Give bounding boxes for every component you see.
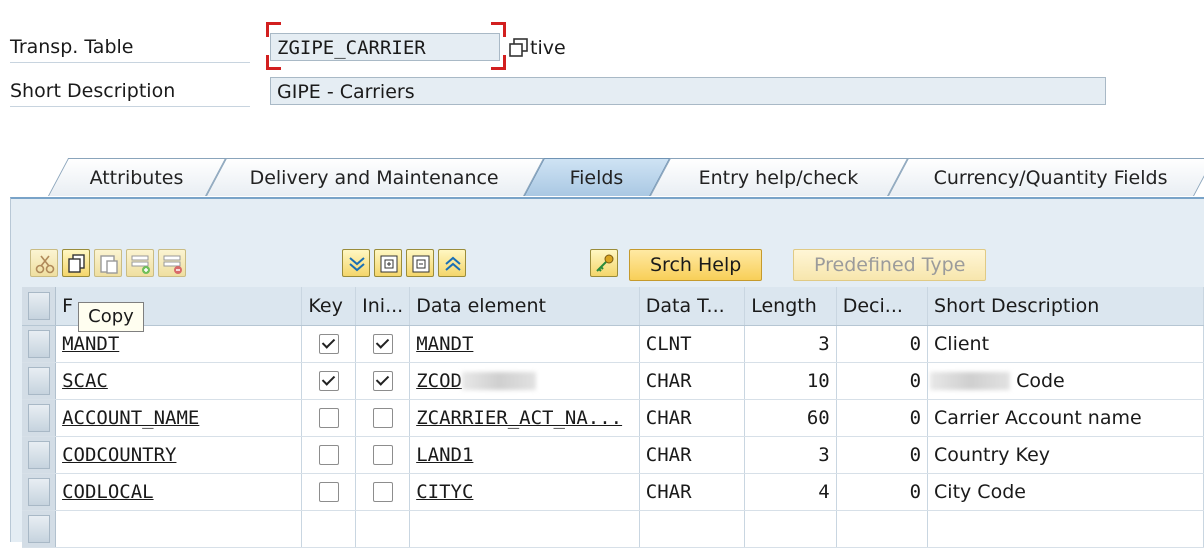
tab-attributes[interactable]: Attributes (48, 158, 227, 196)
ini-checkbox[interactable] (372, 371, 393, 391)
tab-currency-quantity-fields[interactable]: Currency/Quantity Fields (888, 158, 1204, 196)
tab-entry-help-check[interactable]: Entry help/check (650, 158, 909, 196)
ini-checkbox-cell[interactable] (355, 325, 411, 363)
key-checkbox-cell[interactable] (301, 473, 357, 511)
field-name-cell[interactable]: CODCOUNTRY (55, 436, 303, 474)
select-all-cell[interactable] (22, 287, 57, 326)
col-header-data-element[interactable]: Data element (409, 287, 640, 326)
short-description-cell: Country Key (927, 436, 1204, 474)
key-checkbox[interactable] (318, 371, 339, 391)
transp-table-label: Transp. Table (10, 32, 250, 63)
row-selector[interactable] (22, 325, 57, 363)
status-text: tive (530, 37, 566, 59)
ini-checkbox-cell[interactable] (355, 436, 411, 474)
collapse-all-icon[interactable] (438, 249, 466, 277)
table-row: SCAC ZCOD CHAR 10 0 Code (22, 362, 1204, 400)
data-element-cell[interactable]: ZCOD (409, 362, 640, 400)
data-type-cell: CHAR (639, 399, 746, 437)
length-cell: 4 (744, 473, 837, 511)
tab-delivery-and-maintenance[interactable]: Delivery and Maintenance (206, 158, 545, 196)
row-selector[interactable] (22, 362, 57, 400)
key-checkbox[interactable] (318, 408, 339, 428)
cut-icon[interactable] (30, 249, 58, 277)
data-element-cell[interactable]: LAND1 (409, 436, 640, 474)
table-header-row: F Key Ini... Data element Data T... Leng… (22, 287, 1204, 326)
col-header-length[interactable]: Length (744, 287, 837, 326)
ini-checkbox[interactable] (372, 482, 393, 502)
expand-all-icon[interactable] (342, 249, 370, 277)
delete-row-icon[interactable] (158, 249, 186, 277)
tab-fields[interactable]: Fields (524, 158, 671, 196)
table-row: CODCOUNTRY LAND1 CHAR 3 0 Country Key (22, 436, 1204, 474)
data-type-cell: CHAR (639, 436, 746, 474)
length-cell: 3 (744, 436, 837, 474)
deci-cell: 0 (836, 325, 929, 363)
copy-icon[interactable] (62, 249, 90, 277)
row-selector[interactable] (22, 510, 57, 548)
col-header-data-type[interactable]: Data T... (639, 287, 746, 326)
predefined-type-button[interactable]: Predefined Type (793, 249, 987, 281)
key-icon[interactable] (590, 249, 618, 277)
col-header-key[interactable]: Key (301, 287, 357, 326)
field-name-cell[interactable]: ACCOUNT_NAME (55, 399, 303, 437)
ini-checkbox-cell[interactable] (355, 473, 411, 511)
short-description-cell: Carrier Account name (927, 399, 1204, 437)
copy-window-icon[interactable] (508, 37, 530, 59)
data-element-cell[interactable]: ZCARRIER_ACT_NA... (409, 399, 640, 437)
length-cell: 10 (744, 362, 837, 400)
key-checkbox[interactable] (318, 482, 339, 502)
data-type-cell: CHAR (639, 362, 746, 400)
row-selector[interactable] (22, 473, 57, 511)
data-type-cell: CHAR (639, 473, 746, 511)
length-cell: 60 (744, 399, 837, 437)
data-element-cell[interactable]: MANDT (409, 325, 640, 363)
key-checkbox[interactable] (318, 334, 339, 354)
collapse-node-icon[interactable] (406, 249, 434, 277)
transp-table-field[interactable]: ZGIPE_CARRIER (270, 33, 500, 61)
srch-help-button[interactable]: Srch Help (629, 249, 763, 281)
col-header-short-description[interactable]: Short Description (927, 287, 1204, 326)
table-row: CODLOCAL CITYC CHAR 4 0 City Code (22, 473, 1204, 511)
deci-cell: 0 (836, 362, 929, 400)
key-checkbox-cell[interactable] (301, 362, 357, 400)
insert-row-icon[interactable] (126, 249, 154, 277)
expand-node-icon[interactable] (374, 249, 402, 277)
short-description-cell: Code (927, 362, 1204, 400)
ini-checkbox-cell[interactable] (355, 399, 411, 437)
table-row (22, 510, 1204, 548)
table-row: MANDT MANDT CLNT 3 0 Client (22, 325, 1204, 363)
field-name-cell[interactable]: SCAC (55, 362, 303, 400)
header-area: Transp. Table ZGIPE_CARRIER tive Short D… (0, 0, 1204, 165)
ini-checkbox[interactable] (372, 334, 393, 354)
deci-cell: 0 (836, 399, 929, 437)
col-header-ini[interactable]: Ini... (355, 287, 411, 326)
field-name-cell[interactable]: CODLOCAL (55, 473, 303, 511)
ini-checkbox-cell[interactable] (355, 362, 411, 400)
deci-cell: 0 (836, 473, 929, 511)
row-selector[interactable] (22, 399, 57, 437)
key-checkbox-cell[interactable] (301, 399, 357, 437)
deci-cell: 0 (836, 436, 929, 474)
col-header-deci[interactable]: Deci... (836, 287, 929, 326)
copy-tooltip: Copy (78, 302, 144, 332)
short-description-label: Short Description (10, 76, 250, 107)
ini-checkbox[interactable] (372, 408, 393, 428)
data-type-cell: CLNT (639, 325, 746, 363)
paste-icon[interactable] (94, 249, 122, 277)
redacted-text (930, 372, 1011, 390)
tab-strip: Attributes Delivery and Maintenance Fiel… (0, 158, 1204, 198)
ini-checkbox[interactable] (372, 445, 393, 465)
short-description-cell: Client (927, 325, 1204, 363)
table-row: ACCOUNT_NAME ZCARRIER_ACT_NA... CHAR 60 … (22, 399, 1204, 437)
data-element-cell[interactable]: CITYC (409, 473, 640, 511)
fields-table: F Key Ini... Data element Data T... Leng… (22, 287, 1204, 548)
short-description-field[interactable]: GIPE - Carriers (270, 77, 1106, 105)
redacted-text (461, 372, 536, 390)
key-checkbox-cell[interactable] (301, 436, 357, 474)
key-checkbox[interactable] (318, 445, 339, 465)
length-cell: 3 (744, 325, 837, 363)
key-checkbox-cell[interactable] (301, 325, 357, 363)
short-description-cell: City Code (927, 473, 1204, 511)
row-selector[interactable] (22, 436, 57, 474)
